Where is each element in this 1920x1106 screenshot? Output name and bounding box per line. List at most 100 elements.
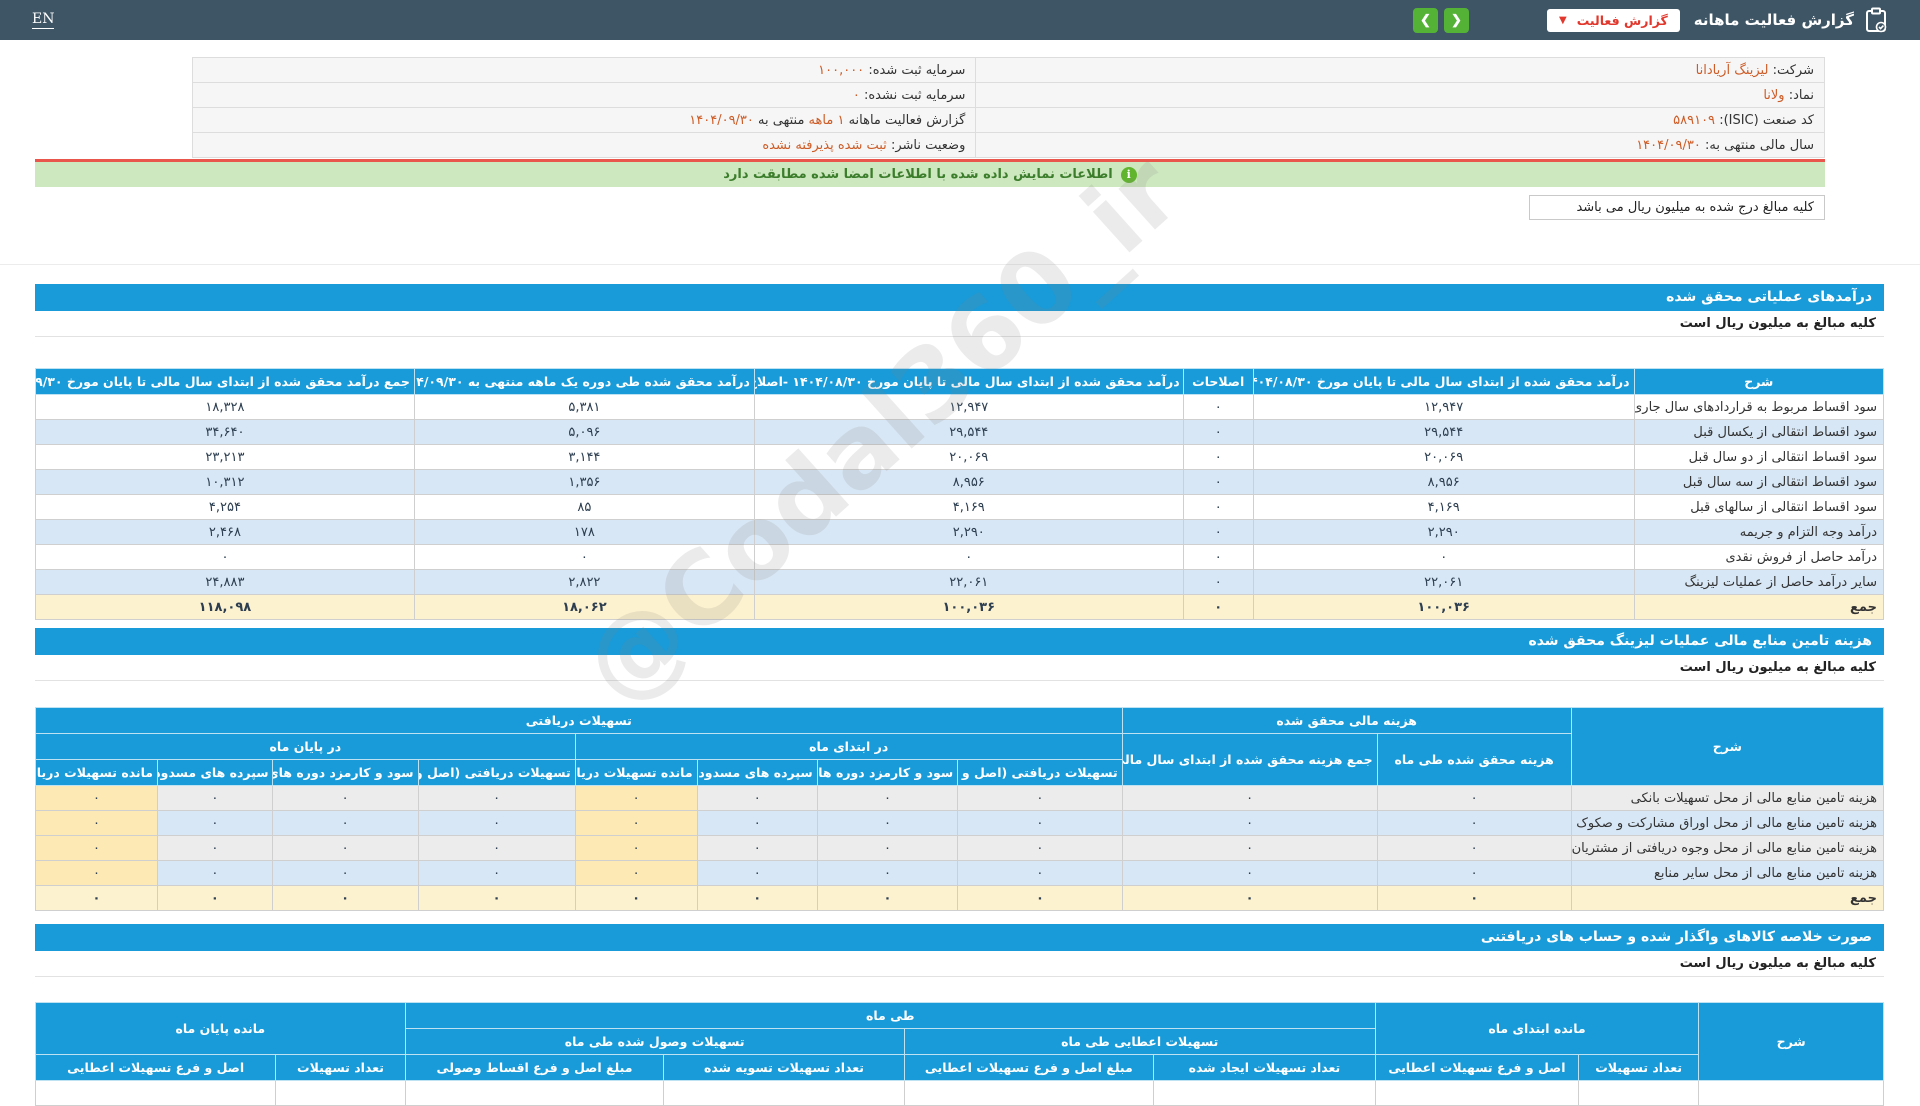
data-cell: ۱۸,۰۶۲: [413, 594, 755, 620]
data-cell: ۰: [574, 885, 698, 911]
data-cell: ۰: [696, 835, 818, 861]
data-cell: ۰: [1182, 519, 1254, 545]
info-row: سال مالی منتهی به: ۱۴۰۴/۰۹/۳۰ وضعیت ناشر…: [191, 132, 1825, 158]
data-cell: ۱۰,۳۱۲: [35, 469, 415, 495]
column-header: درآمد محقق شده از ابتدای سال مالی تا پای…: [1252, 368, 1635, 395]
row-label: [1698, 1080, 1884, 1106]
data-cell: ۰: [1121, 835, 1378, 861]
notice-text: اطلاعات نمایش داده شده با اطلاعات امضا ش…: [723, 167, 1113, 182]
column-header: درآمد محقق شده از ابتدای سال مالی تا پای…: [753, 368, 1184, 395]
data-cell: [1578, 1080, 1700, 1106]
data-cell: ۲۴,۸۸۳: [35, 569, 415, 595]
report-period-value: ۱ ماهه: [808, 112, 845, 128]
funding-cost-table: شرح هزینه مالی محقق شده تسهیلات دریافتی هزی…: [34, 707, 1885, 911]
data-cell: ۰: [1182, 494, 1254, 520]
info-row: کد صنعت (ISIC): ۵۸۹۱۰۹ گزارش فعالیت ماها…: [191, 107, 1825, 133]
unit-note-income: کلیه مبالغ به میلیون ریال است: [35, 311, 1884, 337]
data-cell: ۰: [574, 860, 698, 886]
table-row: هزینه تامین منابع مالی از محل اوراق مشار…: [34, 810, 1885, 836]
publisher-status-cell: وضعیت ناشر: ثبت شده پذیرفته نشده: [191, 132, 977, 158]
data-cell: ۰: [816, 885, 959, 911]
data-cell: [275, 1080, 406, 1106]
row-label: هزینه تامین منابع مالی از محل وجوه دریاف…: [1570, 835, 1885, 861]
data-cell: ۰: [1376, 835, 1572, 861]
fiscal-year-label: سال مالی منتهی به:: [1704, 137, 1814, 153]
data-cell: ۰: [574, 835, 698, 861]
fiscal-year-value: ۱۴۰۴/۰۹/۳۰: [1636, 137, 1701, 153]
row-label: درآمد وجه التزام و جریمه: [1633, 519, 1885, 545]
column-header: طی ماه: [404, 1002, 1376, 1029]
column-header: مبلغ اصل و فرع تسهیلات اعطایی: [903, 1054, 1155, 1081]
data-cell: ۰: [1376, 785, 1572, 811]
row-label: سود اقساط انتقالی از دو سال قبل: [1633, 444, 1885, 470]
data-cell: [903, 1080, 1155, 1106]
isic-cell: کد صنعت (ISIC): ۵۸۹۱۰۹: [975, 107, 1825, 133]
top-navigation-bar: گزارش فعالیت ماهانه گزارش فعالیت ▼ ❮ ❯ E…: [0, 0, 1920, 40]
section-title-goods-receivables: صورت خلاصه کالاهای واگذار شده و حساب های…: [35, 924, 1884, 951]
header-row: شرح هزینه مالی محقق شده تسهیلات دریافتی: [35, 707, 1885, 786]
data-cell: ۰: [816, 785, 959, 811]
company-info-table: شرکت: لیزینگ آریادانا سرمایه ثبت شده: ۱۰…: [191, 57, 1825, 158]
registered-capital-value: ۱۰۰,۰۰۰: [818, 62, 865, 78]
column-header: سپرده های مسدودی: [157, 759, 273, 786]
info-row: نماد: ولانا سرمایه ثبت نشده: ۰: [191, 82, 1825, 108]
column-header: جمع هزینه محقق شده از ابتدای سال مالی تا…: [1121, 733, 1378, 786]
column-header: شرح: [1633, 368, 1885, 395]
data-cell: [663, 1080, 905, 1106]
column-header: تعداد تسهیلات: [275, 1054, 406, 1081]
table-row: سود اقساط انتقالی از یکسال قبل ۲۹,۵۴۴ ۰ ۲۹,…: [35, 419, 1885, 445]
row-label: هزینه تامین منابع مالی از محل اوراق مشار…: [1570, 810, 1885, 836]
table-row: سود اقساط انتقالی از دو سال قبل ۲۰,۰۶۹ ۰ ۲۰…: [35, 444, 1885, 470]
report-type-dropdown[interactable]: گزارش فعالیت ▼: [1546, 8, 1680, 32]
data-cell: ۰: [271, 785, 419, 811]
data-cell: ۰: [157, 860, 273, 886]
row-label: جمع: [1570, 885, 1885, 911]
row-label: سایر درآمد حاصل از عملیات لیزینگ: [1633, 569, 1885, 595]
previous-report-button[interactable]: ❮: [1412, 7, 1438, 33]
table-row: درآمد حاصل از فروش نقدی ۰ ۰ ۰ ۰ ۰: [35, 544, 1885, 570]
isic-label: کد صنعت (ISIC):: [1719, 112, 1814, 128]
report-period-label: گزارش فعالیت ماهانه: [848, 112, 966, 128]
data-cell: ۰: [271, 885, 419, 911]
column-header: اصلاحات: [1182, 368, 1254, 395]
row-label: هزینه تامین منابع مالی از محل تسهیلات با…: [1570, 785, 1885, 811]
page-title: گزارش فعالیت ماهانه: [1693, 11, 1854, 29]
column-header: در پایان ماه: [35, 733, 576, 760]
column-header: تسهیلات دریافتی (اصل و فرع): [957, 759, 1123, 786]
data-cell: ۱۱۸,۰۹۸: [35, 594, 415, 620]
header-row: شرح درآمد محقق شده از ابتدای سال مالی تا …: [35, 368, 1885, 395]
data-cell: ۰: [696, 785, 818, 811]
column-header: مانده تسهیلات دریافتی: [34, 759, 159, 786]
chevron-down-icon: ▼: [1558, 14, 1567, 26]
next-report-button[interactable]: ❯: [1443, 7, 1469, 33]
data-cell: ۰: [271, 835, 419, 861]
column-header: سود و کارمزد دوره های آتی: [816, 759, 959, 786]
data-cell: ۰: [34, 785, 159, 811]
data-cell: ۰: [1252, 544, 1635, 570]
data-cell: ۱,۳۵۶: [413, 469, 755, 495]
data-cell: ۰: [696, 860, 818, 886]
data-cell: ۳,۱۴۴: [413, 444, 755, 470]
table-row: سایر درآمد حاصل از عملیات لیزینگ ۲۲,۰۶۱ ۰ ۲…: [35, 569, 1885, 595]
data-cell: ۱۰۰,۰۳۶: [1252, 594, 1635, 620]
report-period-cell: گزارش فعالیت ماهانه ۱ ماهه منتهی به ۱۴۰۴…: [191, 107, 977, 133]
goods-receivables-table: شرح مانده ابتدای ماه طی ماه مانده پایان ماه…: [34, 1002, 1884, 1106]
english-language-link[interactable]: EN: [32, 11, 55, 29]
unregistered-capital-value: ۰: [852, 87, 860, 103]
column-header: درآمد محقق شده طی دوره یک ماهه منتهی به …: [413, 368, 755, 395]
data-cell: ۰: [574, 810, 698, 836]
data-cell: ۰: [1182, 419, 1254, 445]
data-cell: ۸,۹۵۶: [753, 469, 1184, 495]
data-cell: ۲۰,۰۶۹: [753, 444, 1184, 470]
row-label: سود اقساط انتقالی از سالهای قبل: [1633, 494, 1885, 520]
header-row: تعداد تسهیلات اصل و فرع تسهیلات اعطایی تعد…: [34, 1054, 1884, 1081]
data-cell: [1153, 1080, 1376, 1106]
data-cell: [34, 1080, 277, 1106]
report-type-dropdown-label: گزارش فعالیت: [1576, 12, 1668, 28]
report-pager: ❮ ❯: [1412, 7, 1469, 33]
fiscal-year-cell: سال مالی منتهی به: ۱۴۰۴/۰۹/۳۰: [975, 132, 1825, 158]
table-row: هزینه تامین منابع مالی از محل سایر منابع…: [34, 860, 1885, 886]
data-cell: ۵,۰۹۶: [413, 419, 755, 445]
data-cell: [1374, 1080, 1580, 1106]
column-header: هزینه محقق شده طی ماه: [1376, 733, 1572, 786]
